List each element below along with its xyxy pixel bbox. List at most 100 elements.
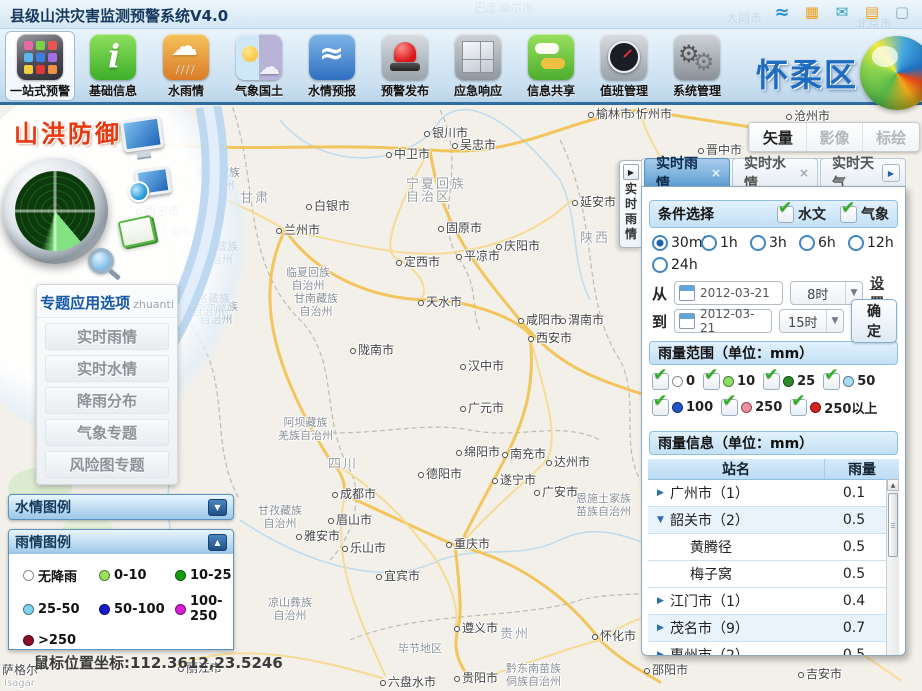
toolbar-button[interactable]: 水雨情 [151,31,221,101]
table-scrollbar[interactable]: ▲ ▼ [886,479,899,656]
toolbar-button[interactable]: 系统管理 [662,31,732,101]
toolbar-button[interactable]: 基础信息 [78,31,148,101]
toolbar-label: 一站式预警 [10,82,70,99]
duration-radio[interactable]: 3h [750,233,799,253]
duration-radio[interactable]: 24h [652,255,701,275]
map-label: 天水市 [418,296,462,309]
rain-range-checkbox[interactable]: ✔25 [763,371,815,391]
panel-tab[interactable]: 实时水情× [732,158,818,186]
collapse-up-icon[interactable]: ▲ [208,534,227,551]
topic-menu-item[interactable]: 实时水情 [45,355,169,382]
app-title: 县级山洪灾害监测预警系统V4.0 [10,5,228,26]
dropdown-arrow-icon[interactable]: ▼ [826,310,843,332]
station-row[interactable]: ▶ 广州市（1） 0.1 [648,480,899,507]
expand-arrow-icon[interactable]: ▶ [657,488,670,498]
toolbar-button[interactable]: 预警发布 [370,31,440,101]
radio-label: 1h [720,235,738,251]
titlebar-icon[interactable] [772,3,792,21]
rain-info-title: 雨量信息（单位：mm） [658,433,813,453]
to-hour-select[interactable]: 15时▼ [779,309,844,333]
station-row[interactable]: ▶ 惠州市（2） 0.5 [648,642,899,656]
titlebar-icon[interactable] [802,3,822,21]
topic-menu-item[interactable]: 实时雨情 [45,323,169,350]
map-label: 固原市 [438,222,482,235]
duration-radio[interactable]: 6h [799,233,848,253]
map-label: 汉中市 [460,360,504,373]
confirm-button[interactable]: 确定 [851,299,897,343]
topic-menu-item[interactable]: 风险图专题 [45,451,169,478]
checkbox-box[interactable]: ✔ [790,399,807,416]
tab-scroll-right-icon[interactable]: ▶ [882,164,900,182]
toolbar-button[interactable]: 值班管理 [589,31,659,101]
titlebar-icon[interactable] [892,3,912,21]
topic-menu-subtitle: zhuanti [133,298,174,311]
toolbar-button[interactable]: 水情预报 [297,31,367,101]
collapse-down-icon[interactable]: ▼ [208,499,227,516]
scroll-up-icon[interactable]: ▲ [887,479,899,491]
map-type-option[interactable]: 标绘 [862,123,919,151]
tab-close-icon[interactable]: × [711,166,721,180]
checkbox-box[interactable]: ✔ [652,399,669,416]
rain-range-checkbox[interactable]: ✔50 [823,371,875,391]
titlebar-icon[interactable] [862,3,882,21]
expand-arrow-icon[interactable]: ▼ [657,515,670,525]
rain-range-checkbox[interactable]: ✔10 [703,371,755,391]
checkbox-box[interactable]: ✔ [840,206,857,223]
expand-arrow-icon[interactable]: ▶ [623,164,639,180]
legend-item: 10-25 [175,566,233,585]
toolbar-button[interactable]: 应急响应 [443,31,513,101]
from-date-input[interactable]: 2012-03-21 [674,281,782,305]
duration-radio[interactable]: 1h [701,233,750,253]
toolbar-button[interactable]: 一站式预警 [5,31,75,101]
city-dot-icon [454,626,460,632]
expand-arrow-icon[interactable]: ▶ [657,596,670,606]
globe-computer-icon[interactable] [134,166,171,197]
station-name: 广州市（1） [670,483,825,503]
scrollbar-thumb[interactable] [888,493,898,557]
calendar-icon[interactable] [679,285,695,301]
rain-range-checkbox[interactable]: ✔0 [652,371,695,391]
station-row[interactable]: 黄腾径 0.5 [648,534,899,561]
rain-range-checkbox[interactable]: ✔100 [652,397,713,417]
checkbox-box[interactable]: ✔ [763,373,780,390]
panel-collapse-tab[interactable]: ▶ 实时雨情 [619,160,642,248]
toolbar-button[interactable]: 气象国土 [224,31,294,101]
rain-info-table: 站名 雨量 ▶ 广州市（1） 0.1 ▼ 韶关市（2） [648,459,899,656]
to-date-input[interactable]: 2012-03-21 [674,309,771,333]
map-type-option[interactable]: 矢量 [749,123,806,151]
rain-legend-header[interactable]: 雨情图例 ▲ [8,529,234,555]
map-type-option[interactable]: 影像 [806,123,863,151]
expand-arrow-icon[interactable]: ▶ [657,623,670,633]
titlebar-icon[interactable] [832,3,852,21]
topic-menu-item[interactable]: 降雨分布 [45,387,169,414]
rain-range-checkbox[interactable]: ✔250 [721,397,782,417]
condition-checkbox[interactable]: ✔水文 [777,204,826,224]
topic-menu: 专题应用选项zhuanti 实时雨情 实时水情 降雨分布 气象专题 风险图专题 [36,284,178,485]
checkbox-box[interactable]: ✔ [721,399,738,416]
station-row[interactable]: ▶ 茂名市（9） 0.7 [648,615,899,642]
calendar-icon[interactable] [679,313,695,329]
legend-item: 100-250 [175,594,233,624]
duration-radio[interactable]: 12h [848,233,897,253]
city-dot-icon [546,460,552,466]
station-name: 韶关市（2） [670,510,825,530]
station-row[interactable]: 梅子窝 0.5 [648,561,899,588]
rainfall-value: 0.1 [825,485,883,501]
expand-arrow-icon[interactable]: ▶ [657,650,670,656]
tab-close-icon[interactable]: × [799,166,809,180]
toolbar-button[interactable]: 信息共享 [516,31,586,101]
water-legend-header[interactable]: 水情图例 ▼ [8,494,234,520]
checkbox-box[interactable]: ✔ [777,206,794,223]
duration-radio[interactable]: 30min [652,233,701,253]
panel-tab[interactable]: 实时雨情× [644,158,730,186]
station-row[interactable]: ▼ 韶关市（2） 0.5 [648,507,899,534]
checkbox-box[interactable]: ✔ [703,373,720,390]
rain-range-checkbox[interactable]: ✔250以上 [790,397,877,417]
checkbox-box[interactable]: ✔ [652,373,669,390]
topic-menu-item[interactable]: 气象专题 [45,419,169,446]
checkbox-box[interactable]: ✔ [823,373,840,390]
monitor-icon[interactable] [120,115,164,152]
station-row[interactable]: ▶ 江门市（1） 0.4 [648,588,899,615]
condition-checkbox[interactable]: ✔气象 [840,204,889,224]
magnifier-icon[interactable] [88,248,114,274]
